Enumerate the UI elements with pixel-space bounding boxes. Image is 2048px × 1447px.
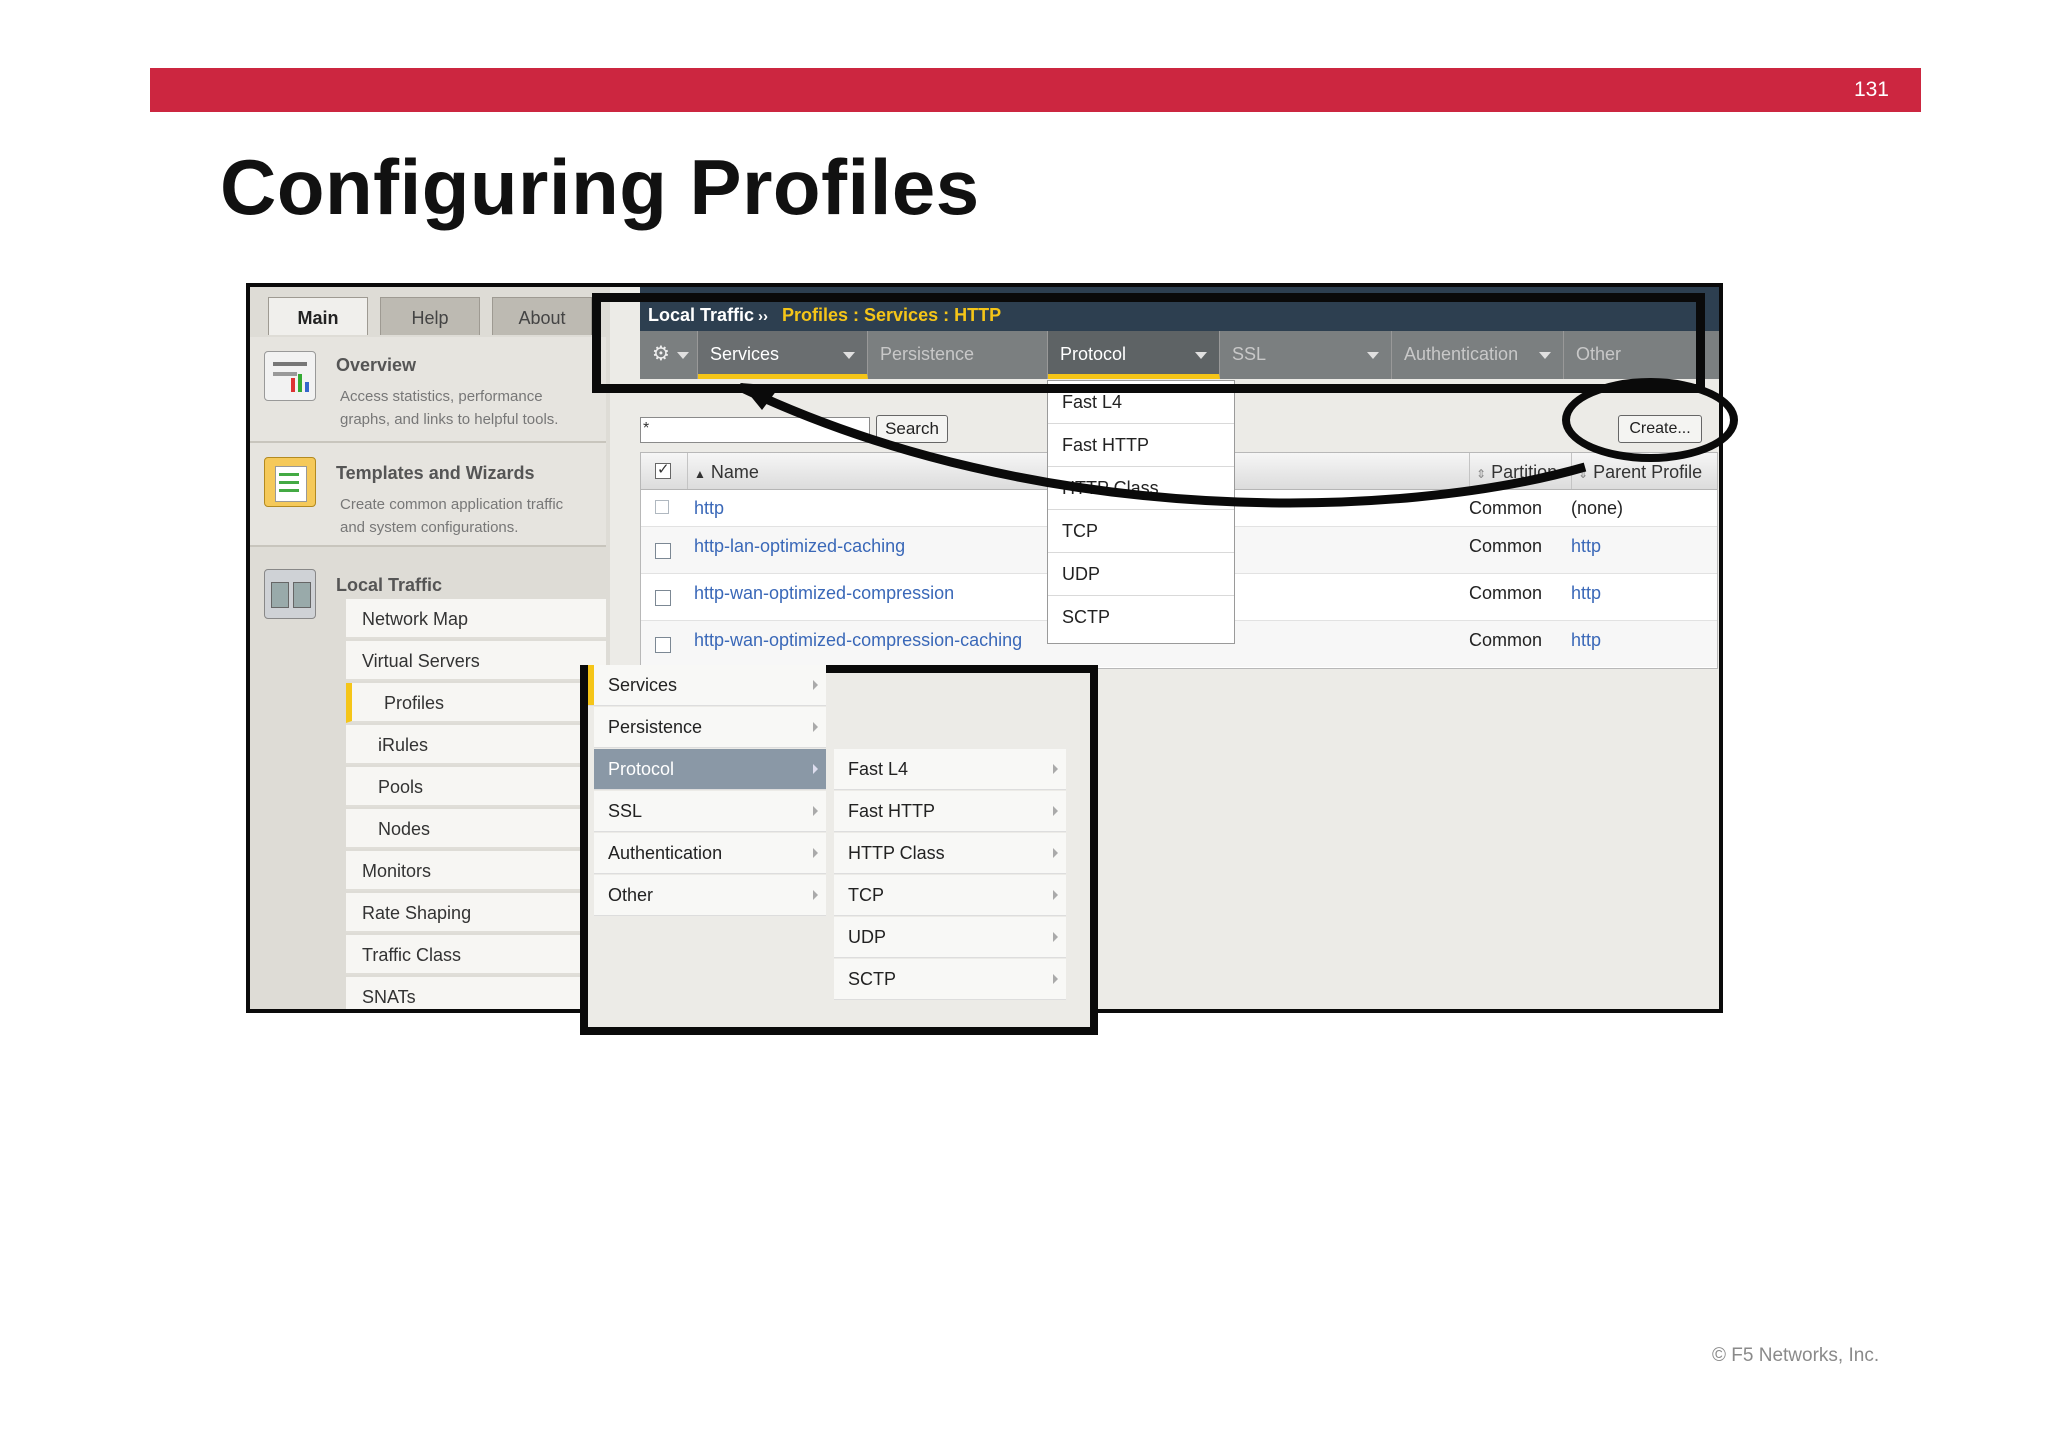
annotation-arrow <box>738 382 1587 508</box>
copyright: © F5 Networks, Inc. <box>1712 1345 1880 1366</box>
arrow-curve <box>738 382 1587 508</box>
